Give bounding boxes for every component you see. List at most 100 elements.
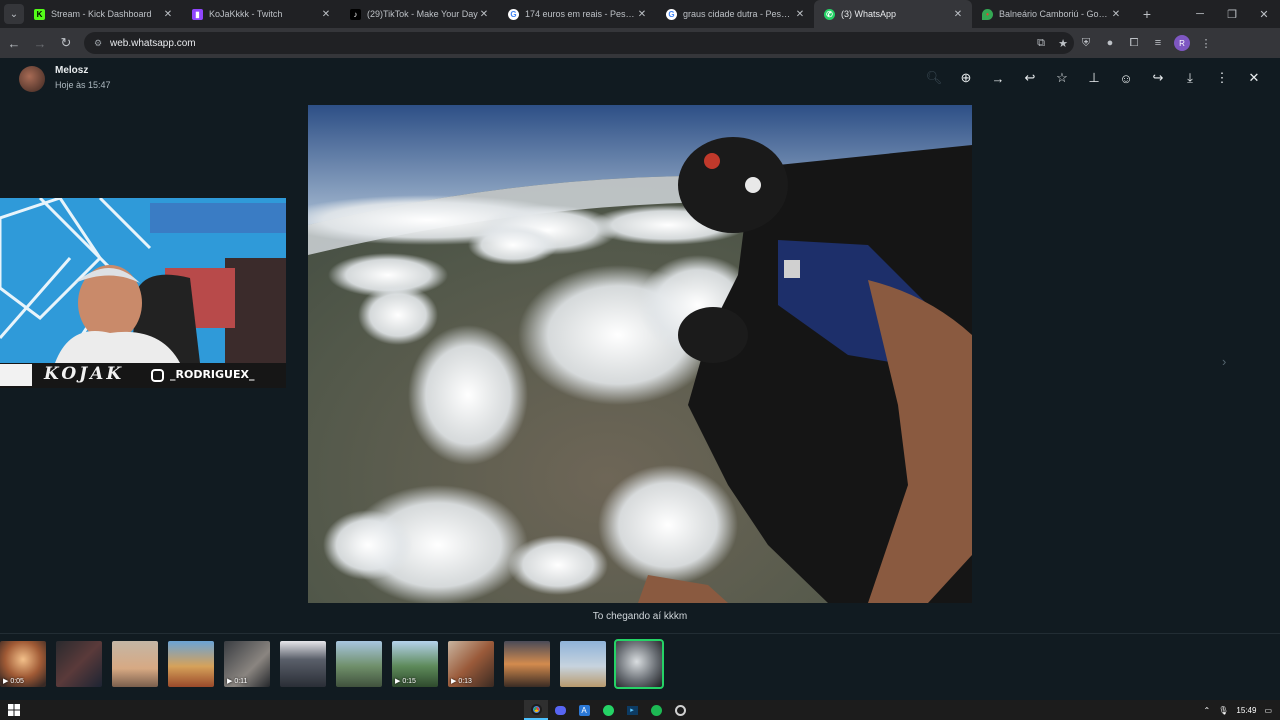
video-duration: ▶ 0:11 (227, 678, 248, 685)
tab-google-maps[interactable]: • Balneário Camboriú - Google M ✕ (972, 0, 1130, 28)
tab-title: graus cidade dutra - Pesquisa G (683, 9, 794, 19)
discord-icon[interactable] (548, 700, 572, 720)
video-duration: ▶ 0:13 (451, 678, 472, 685)
tab-kick[interactable]: K Stream - Kick Dashboard ✕ (24, 0, 182, 28)
thumbnail-divider (0, 633, 1280, 634)
tiktok-icon: ♪ (350, 8, 361, 20)
media-thumbnail[interactable]: ▶ 0:11 (224, 641, 270, 687)
minimize-icon[interactable]: ─ (1184, 0, 1216, 28)
tab-title: (3) WhatsApp (841, 9, 897, 19)
media-image (308, 105, 972, 603)
forward-arrow-icon[interactable]: → (28, 31, 52, 55)
media-thumbnail[interactable] (56, 641, 102, 687)
clock[interactable]: 15:49 (1236, 706, 1256, 715)
window-controls: ─ ❐ ✕ (1184, 0, 1280, 28)
google-icon: G (666, 8, 677, 20)
media-thumbnail[interactable] (168, 641, 214, 687)
chrome-menu-icon[interactable]: ⋮ (1194, 31, 1218, 55)
window-close-icon[interactable]: ✕ (1248, 0, 1280, 28)
shield-extension-icon[interactable]: ⛨ (1074, 31, 1098, 55)
close-tab-icon[interactable]: ✕ (952, 9, 964, 20)
tab-google-graus[interactable]: G graus cidade dutra - Pesquisa G ✕ (656, 0, 814, 28)
twitch-icon: ▮ (192, 8, 203, 20)
back-arrow-icon[interactable]: ← (2, 31, 26, 55)
video-duration: ▶ 0:05 (3, 678, 24, 685)
terminal-icon[interactable]: ▸ (620, 700, 644, 720)
maps-pin-icon: • (982, 8, 993, 20)
sender-avatar[interactable] (19, 66, 45, 92)
forward-icon[interactable]: ↪ (1142, 67, 1174, 89)
media-thumbnail[interactable] (336, 641, 382, 687)
taskbar: A ▸ ⌃ 🎙︎ 15:49 ▭ (0, 700, 1280, 720)
media-thumbnail[interactable]: ▶ 0:05 (0, 641, 46, 687)
viewer-header: Melosz Hoje às 15:47 🔍︎ ⊕ → ↩ ☆ ⊥ ☺ ↪ ⤓ … (0, 58, 1280, 98)
media-thumbnail[interactable]: ▶ 0:15 (392, 641, 438, 687)
close-tab-icon[interactable]: ✕ (636, 9, 648, 20)
media-thumbnail[interactable]: ▶ 0:13 (448, 641, 494, 687)
more-options-icon[interactable]: ⋮ (1206, 67, 1238, 89)
media-thumbnail[interactable] (280, 641, 326, 687)
tab-tiktok[interactable]: ♪ (29)TikTok - Make Your Day ✕ (340, 0, 498, 28)
windows-start-icon[interactable] (8, 704, 20, 716)
bookmark-star-icon[interactable]: ★ (1052, 37, 1074, 50)
media-controls-icon[interactable]: ≡ (1146, 31, 1170, 55)
spotify-icon[interactable] (644, 700, 668, 720)
new-tab-plus-icon[interactable]: + (1136, 3, 1158, 25)
media-thumbnail-selected[interactable] (614, 639, 664, 689)
instagram-handle: _RODRIGUEX_ (170, 368, 255, 381)
tab-google-euros[interactable]: G 174 euros em reais - Pesquisa G ✕ (498, 0, 656, 28)
tab-title: Balneário Camboriú - Google M (999, 9, 1110, 19)
notifications-icon[interactable]: ▭ (1264, 706, 1272, 715)
download-icon[interactable]: ⤓ (1174, 67, 1206, 89)
system-tray: ⌃ 🎙︎ 15:49 ▭ (1196, 700, 1272, 720)
media-thumbnail[interactable] (504, 641, 550, 687)
extension-icon[interactable]: ● (1098, 31, 1122, 55)
puzzle-extensions-icon[interactable]: ⧠ (1122, 31, 1146, 55)
close-tab-icon[interactable]: ✕ (794, 9, 806, 20)
webcam-feed (0, 198, 286, 388)
tab-whatsapp[interactable]: ✆ (3) WhatsApp ✕ (814, 0, 972, 28)
restore-icon[interactable]: ❐ (1216, 0, 1248, 28)
close-tab-icon[interactable]: ✕ (320, 9, 332, 20)
webcam-overlay: KOJAK _RODRIGUEX_ (0, 198, 286, 388)
chrome-icon[interactable] (524, 700, 548, 720)
editor-app-icon[interactable]: A (572, 700, 596, 720)
close-tab-icon[interactable]: ✕ (478, 9, 490, 20)
react-emoji-icon[interactable]: ☺ (1110, 67, 1142, 89)
next-media-chevron-icon[interactable]: › (1222, 354, 1226, 369)
zoom-in-icon[interactable]: ⊕ (950, 67, 982, 89)
obs-icon[interactable] (668, 700, 692, 720)
star-icon[interactable]: ☆ (1046, 67, 1078, 89)
media-thumbnail[interactable] (560, 641, 606, 687)
media-caption: To chegando aí kkkm (592, 611, 688, 622)
zoom-out-icon[interactable]: 🔍︎ (918, 67, 950, 89)
tab-twitch[interactable]: ▮ KoJaKkkk - Twitch ✕ (182, 0, 340, 28)
tab-title: KoJaKkkk - Twitch (209, 9, 283, 19)
tray-expand-icon[interactable]: ⌃ (1204, 706, 1211, 715)
site-info-icon[interactable]: ⚙ (92, 37, 104, 49)
tab-search-icon[interactable]: ⌄ (4, 4, 24, 24)
reply-icon[interactable]: ↩ (1014, 67, 1046, 89)
install-app-icon[interactable]: ⧉ (1030, 37, 1052, 50)
url-text[interactable]: web.whatsapp.com (110, 38, 1030, 49)
tab-title: (29)TikTok - Make Your Day (367, 9, 478, 19)
microphone-icon[interactable]: 🎙︎ (1218, 706, 1228, 715)
tab-title: Stream - Kick Dashboard (51, 9, 152, 19)
message-time: Hoje às 15:47 (55, 80, 111, 90)
reload-icon[interactable]: ↻ (54, 31, 78, 55)
google-icon: G (508, 8, 519, 20)
streamer-logo: KOJAK (44, 364, 125, 384)
pin-icon[interactable]: ⊥ (1078, 67, 1110, 89)
profile-avatar[interactable]: R (1174, 35, 1190, 51)
thumbnail-strip: ▶ 0:05 ▶ 0:11 ▶ 0:15 ▶ 0:13 (0, 639, 672, 689)
close-tab-icon[interactable]: ✕ (1110, 9, 1122, 20)
whatsapp-icon: ✆ (824, 8, 835, 20)
skydive-photo (308, 105, 972, 603)
media-thumbnail[interactable] (112, 641, 158, 687)
address-bar[interactable]: ⚙ web.whatsapp.com ⧉ ★ (84, 32, 1074, 54)
close-viewer-icon[interactable]: ✕ (1238, 67, 1270, 89)
close-tab-icon[interactable]: ✕ (162, 9, 174, 20)
go-to-message-icon[interactable]: → (982, 67, 1014, 89)
whatsapp-desktop-icon[interactable] (596, 700, 620, 720)
taskbar-apps: A ▸ (524, 700, 692, 720)
